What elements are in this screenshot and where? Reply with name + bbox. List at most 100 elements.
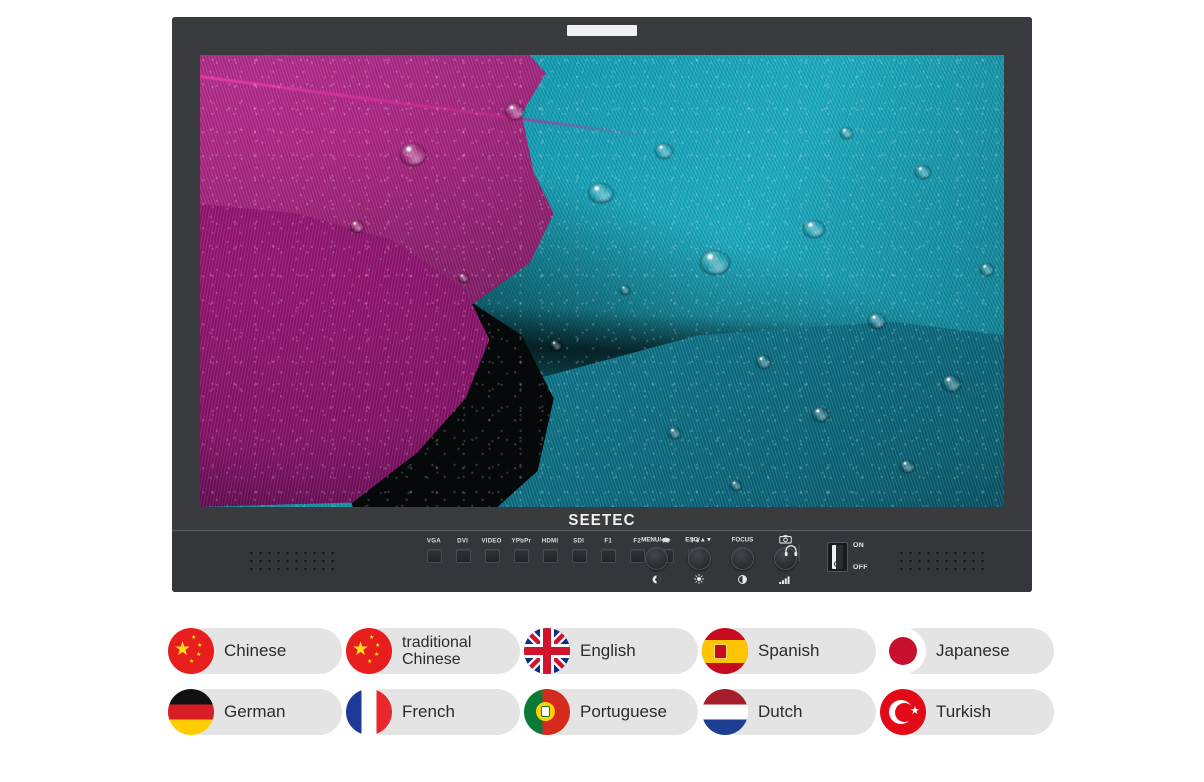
f1-button-label: F1 [604,537,612,545]
ypbpr-button[interactable]: YPbPr [509,538,533,563]
language-label: Spanish [758,641,820,661]
headphone-icon [784,545,798,560]
speaker-grille-right [897,549,985,575]
hdmi-button-cap[interactable] [542,549,558,563]
video-button-cap[interactable] [484,549,500,563]
flag-united-kingdom-icon [524,628,570,674]
language-pill-german[interactable]: German [168,689,346,735]
ypbpr-button-cap[interactable] [513,549,529,563]
star-icon: ★ [369,635,375,641]
language-pill-french[interactable]: French [346,689,524,735]
flag-netherlands-icon [702,689,748,735]
language-label: English [580,641,636,661]
hdmi-button[interactable]: HDMI [538,538,562,563]
armillary-sphere-icon [536,702,555,721]
focus-knob-dial[interactable] [730,547,754,570]
power-off-mark [834,561,840,567]
flag-portugal-icon [524,689,570,735]
power-off-label: OFF [853,564,868,572]
star-icon: ★ [367,659,373,665]
dvi-button-cap[interactable] [455,549,471,563]
sun-disc-icon [889,637,917,665]
sdi-button[interactable]: SDI [567,538,591,563]
photo-vignette [200,55,1004,507]
vga-button[interactable]: VGA [422,538,446,563]
power-on-label: ON [853,542,865,550]
power-on-mark [836,547,838,553]
shield-icon [541,706,550,717]
language-pill-spanish[interactable]: Spanish [702,628,880,674]
flag-france-icon [346,689,392,735]
coat-of-arms-icon [714,644,727,659]
monitor-control-panel: VGA DVI VIDEO YPbPr HDMI SDI F1 F2 F3 F4… [172,532,1032,592]
seetec-logo: SEETEC [568,511,636,529]
flag-spain-icon [702,628,748,674]
knob-group: MENU/◀▶ ESC/▲▼ FOCUS [638,535,803,585]
flag-germany-icon [168,689,214,735]
language-label: traditional Chinese [402,633,472,668]
language-pill-turkish[interactable]: ★ Turkish [880,689,1058,735]
language-label: Japanese [936,641,1010,661]
color-icon [652,573,661,585]
focus-knob[interactable]: FOCUS [724,536,760,585]
flag-china-icon: ★ ★ ★ ★ ★ [346,628,392,674]
star-icon: ★ [910,705,920,717]
f1-button-cap[interactable] [600,549,616,563]
page-root: SEETEC VGA DVI VIDEO YPbPr HDMI SDI F1 F… [0,0,1204,782]
language-pill-traditional-chinese[interactable]: ★ ★ ★ ★ ★ traditional Chinese [346,628,524,674]
rocker-paddle[interactable] [832,545,843,569]
volume-bars-icon [778,573,792,585]
seetec-broadcast-monitor: SEETEC VGA DVI VIDEO YPbPr HDMI SDI F1 F… [172,17,1032,592]
language-pill-japanese[interactable]: Japanese [880,628,1058,674]
flag-china-icon: ★ ★ ★ ★ ★ [168,628,214,674]
language-pill-dutch[interactable]: Dutch [702,689,880,735]
sdi-button-cap[interactable] [571,549,587,563]
monitor-screen [200,55,1004,507]
flag-turkey-icon: ★ [880,689,926,735]
language-label: German [224,702,286,722]
esc-knob[interactable]: ESC/▲▼ [681,536,717,585]
rocker-body[interactable] [827,542,848,572]
dvi-button[interactable]: DVI [451,538,475,563]
contrast-icon [737,573,747,585]
flag-japan-icon [880,628,926,674]
language-pill-english[interactable]: English [524,628,702,674]
language-pill-portuguese[interactable]: Portuguese [524,689,702,735]
headphone-jack[interactable] [782,543,802,562]
language-label: Dutch [758,702,803,722]
star-icon: ★ [374,652,380,658]
star-icon: ★ [196,652,202,658]
hdmi-button-label: HDMI [541,537,559,545]
power-rocker-switch[interactable]: ON OFF [827,542,868,572]
video-button-label: VIDEO [481,537,503,545]
star-icon: ★ [352,639,370,660]
star-icon: ★ [174,639,192,660]
language-label: Chinese [224,641,287,661]
sdi-button-label: SDI [573,537,585,545]
vga-button-label: VGA [427,537,441,545]
brand-plate: SEETEC [172,509,1032,531]
esc-knob-dial[interactable] [687,547,711,570]
screen-photo-feathers [200,55,1004,507]
star-icon: ★ [191,635,197,641]
language-label: French [402,702,455,722]
sensor-light-bar [567,25,637,36]
esc-knob-label: ESC/▲▼ [685,536,713,544]
power-labels: ON OFF [853,542,868,572]
language-pill-chinese[interactable]: ★ ★ ★ ★ ★ Chinese [168,628,346,674]
focus-knob-label: FOCUS [731,536,753,544]
ypbpr-button-label: YPbPr [511,537,531,545]
menu-knob-label: MENU/◀▶ [641,536,671,544]
dvi-button-label: DVI [457,537,469,545]
vga-button-cap[interactable] [426,549,442,563]
menu-knob[interactable]: MENU/◀▶ [638,536,674,585]
menu-knob-dial[interactable] [644,547,668,570]
video-button[interactable]: VIDEO [480,538,504,563]
brightness-icon [694,573,704,585]
headphone-port[interactable] [798,543,800,562]
star-icon: ★ [197,643,203,649]
language-label: Turkish [936,702,992,722]
f1-button[interactable]: F1 [596,538,620,563]
language-list: ★ ★ ★ ★ ★ Chinese ★ ★ ★ ★ ★ traditional … [168,628,1058,750]
star-icon: ★ [375,643,381,649]
